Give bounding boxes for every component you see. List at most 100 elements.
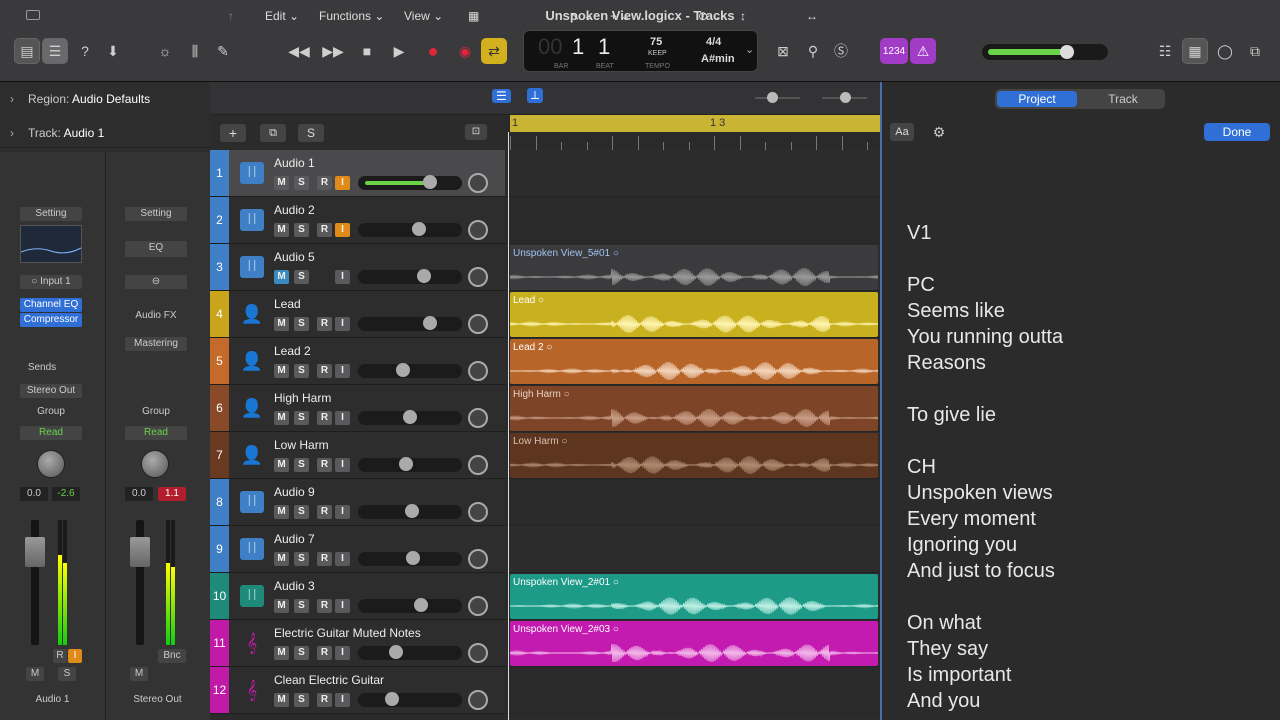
record-enable-button[interactable]: R [317, 458, 332, 472]
mute-button[interactable]: M [274, 693, 289, 707]
metronome-icon[interactable]: ⚠ [910, 38, 936, 64]
snap-icon[interactable]: ⊙ ⌄ [698, 9, 721, 23]
record-enable-button[interactable]: R [317, 646, 332, 660]
volume-slider[interactable] [358, 363, 462, 378]
track-header[interactable]: 7 👤 Low Harm M S R I [210, 432, 505, 479]
solo-button[interactable]: S [294, 599, 309, 613]
track-header[interactable]: 8 ⏐⏐ Audio 9 MSRI [210, 479, 505, 526]
mute-button[interactable]: M [274, 411, 289, 425]
lyric-line[interactable]: Ignoring you [907, 534, 1017, 557]
pan-knob[interactable] [468, 549, 488, 569]
record-enable-button[interactable]: R [317, 411, 332, 425]
volume-thumb[interactable] [404, 504, 419, 518]
lyric-line[interactable]: Seems like [907, 300, 1005, 323]
input-monitor-button[interactable]: I [335, 270, 350, 284]
view-menu[interactable]: View ⌄ [404, 9, 443, 23]
mute-button[interactable]: M [274, 364, 289, 378]
lyric-line[interactable]: You running outta [907, 326, 1063, 349]
input-monitor-button[interactable]: I [68, 649, 82, 663]
automation-mode[interactable]: Read [20, 426, 82, 440]
volume-slider[interactable] [358, 598, 462, 613]
vertical-zoom-icon[interactable]: ↕ [740, 9, 746, 23]
fast-forward-icon[interactable]: ▶▶ [320, 38, 346, 64]
horizontal-zoom-icon[interactable]: ↔ [806, 9, 818, 23]
mute-button[interactable]: M [130, 667, 148, 681]
vertical-zoom-slider[interactable] [755, 92, 800, 103]
input-monitor-button[interactable]: I [335, 364, 350, 378]
region[interactable]: Lead ○ [510, 292, 878, 337]
volume-readout[interactable]: 0.0 [20, 487, 48, 501]
solo-button[interactable]: S [58, 667, 76, 681]
volume-slider[interactable] [358, 222, 462, 237]
automation-mode[interactable]: Read [125, 426, 187, 440]
volume-thumb[interactable] [422, 316, 437, 330]
help-icon[interactable]: ? [72, 38, 98, 64]
volume-slider[interactable] [358, 316, 462, 331]
solo-button[interactable]: S [294, 552, 309, 566]
lyric-line[interactable]: On what [907, 612, 981, 635]
pan-knob[interactable] [468, 596, 488, 616]
track-header[interactable]: 10 ⏐⏐ Audio 3 MSRI [210, 573, 505, 620]
volume-slider[interactable] [358, 551, 462, 566]
mute-button[interactable]: M [274, 552, 289, 566]
solo-button[interactable]: S [294, 646, 309, 660]
add-track-button[interactable]: + [220, 124, 246, 142]
master-volume-slider[interactable] [982, 44, 1108, 60]
input-monitor-button[interactable]: I [335, 599, 350, 613]
record-enable-button[interactable]: R [317, 693, 332, 707]
track-lane[interactable] [505, 479, 880, 526]
track-lane[interactable] [505, 197, 880, 244]
notes-segmented-control[interactable]: Project Track [995, 89, 1165, 109]
link-icon[interactable]: ⊖ [125, 275, 187, 289]
mute-button[interactable]: M [274, 458, 289, 472]
input-monitor-button[interactable]: I [335, 223, 350, 237]
volume-thumb[interactable] [405, 551, 420, 565]
lyric-line[interactable]: And just to focus [907, 560, 1055, 583]
region[interactable]: Lead 2 ○ [510, 339, 878, 384]
lyric-line[interactable]: They say [907, 638, 988, 661]
volume-thumb[interactable] [403, 410, 417, 424]
record-enable-button[interactable]: R [317, 364, 332, 378]
track-header[interactable]: 1 ⏐⏐ Audio 1 MSRI [210, 150, 505, 197]
pan-knob[interactable] [468, 455, 488, 475]
mastering-slot[interactable]: Mastering [125, 337, 187, 351]
mute-button[interactable]: M [274, 599, 289, 613]
record-enable-button[interactable]: R [317, 317, 332, 331]
horizontal-zoom-slider[interactable] [822, 92, 867, 103]
track-header[interactable]: 5 👤 Lead 2 MSRI [210, 338, 505, 385]
volume-thumb[interactable] [412, 222, 426, 236]
eq-button[interactable]: EQ [125, 241, 187, 257]
track-lane[interactable] [505, 667, 880, 714]
volume-slider[interactable] [358, 692, 462, 707]
mixer-icon[interactable]: ⫼ [182, 38, 208, 64]
region-inspector-row[interactable]: › Region: Audio Defaults [0, 84, 210, 114]
pan-knob[interactable] [468, 408, 488, 428]
pan-knob[interactable] [468, 361, 488, 381]
volume-slider[interactable] [358, 645, 462, 660]
functions-menu[interactable]: Functions ⌄ [319, 9, 384, 23]
mute-button[interactable]: M [274, 646, 289, 660]
track-header[interactable]: 3 ⏐⏐ Audio 5 MS I [210, 244, 505, 291]
group-slot[interactable]: Group [125, 405, 187, 419]
record-enable-button[interactable]: R [317, 505, 332, 519]
input-monitor-button[interactable]: I [335, 505, 350, 519]
up-arrow-icon[interactable]: ↑ [228, 9, 234, 23]
font-button[interactable]: Aa [890, 123, 914, 141]
global-solo-button[interactable]: S [298, 124, 324, 142]
volume-slider[interactable] [358, 269, 462, 284]
pan-knob[interactable] [468, 643, 488, 663]
list-view-icon[interactable]: ☰ [492, 89, 511, 103]
replace-icon[interactable]: ⊠ [770, 38, 796, 64]
catch-playhead-icon[interactable]: ⊡ [465, 124, 487, 140]
pan-knob[interactable] [468, 690, 488, 710]
solo-button[interactable]: S [294, 270, 309, 284]
settings-icon[interactable]: ⚙ [928, 123, 950, 141]
stop-icon[interactable]: ■ [354, 38, 380, 64]
solo-button[interactable]: S [294, 176, 309, 190]
grid-view-icon[interactable]: ▦ [468, 9, 479, 23]
input-monitor-button[interactable]: I [335, 176, 350, 190]
track-lane[interactable] [505, 526, 880, 573]
count-in-button[interactable]: 1234 [880, 38, 908, 64]
pan-knob[interactable] [37, 450, 65, 478]
cycle-range[interactable]: 1 1 3 [510, 115, 880, 132]
